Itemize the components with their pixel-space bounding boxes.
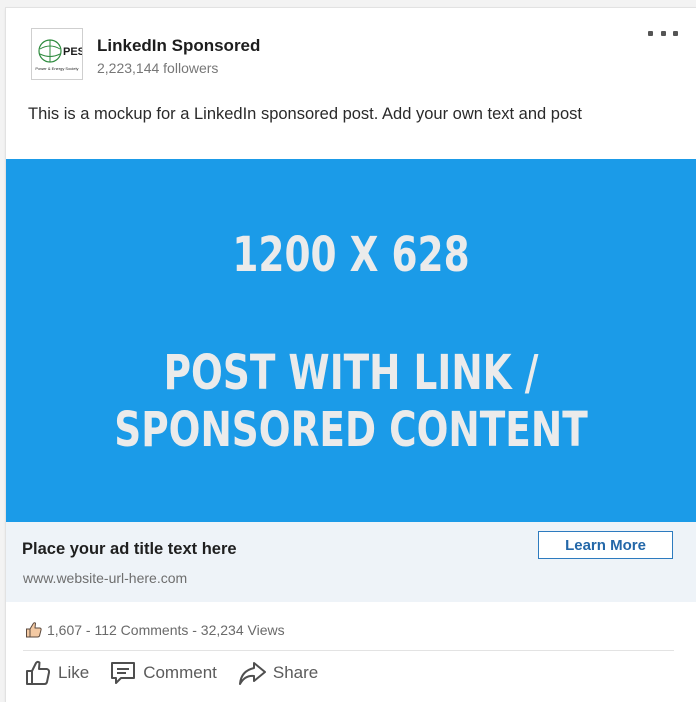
image-line-content-type: SPONSORED CONTENT xyxy=(114,402,588,458)
link-panel[interactable]: Place your ad title text here www.websit… xyxy=(6,522,696,602)
comment-label: Comment xyxy=(143,663,217,682)
post-header: PES Power & Energy Society LinkedIn Spon… xyxy=(6,8,696,90)
more-options-button[interactable] xyxy=(648,25,678,41)
dot-icon xyxy=(660,30,666,36)
share-arrow-icon xyxy=(238,662,266,685)
logo-text: PES xyxy=(63,46,82,58)
divider xyxy=(23,650,674,651)
thumbs-up-reaction-icon xyxy=(26,622,42,638)
ad-url[interactable]: www.website-url-here.com xyxy=(23,570,187,586)
company-logo[interactable]: PES Power & Energy Society xyxy=(31,28,83,80)
company-name[interactable]: LinkedIn Sponsored xyxy=(97,36,260,56)
comment-icon xyxy=(111,662,136,684)
learn-more-button[interactable]: Learn More xyxy=(538,531,673,559)
engagement-stats: 1,607 - 112 Comments - 32,234 Views xyxy=(25,621,285,639)
share-button[interactable]: Share xyxy=(237,659,318,687)
post-image[interactable]: 1200 X 628 POST WITH LINK / SPONSORED CO… xyxy=(6,159,696,522)
action-bar: Like Comment Share xyxy=(24,659,338,687)
thumbs-up-icon xyxy=(26,660,51,685)
ieee-pes-logo-icon: PES Power & Energy Society xyxy=(35,39,82,71)
dot-icon xyxy=(648,30,653,36)
post-text: This is a mockup for a LinkedIn sponsore… xyxy=(28,105,582,123)
ad-title[interactable]: Place your ad title text here xyxy=(22,540,237,559)
logo-subtext: Power & Energy Society xyxy=(35,66,78,71)
dot-icon xyxy=(673,30,678,36)
like-label: Like xyxy=(58,663,90,682)
stats-text: 1,607 - 112 Comments - 32,234 Views xyxy=(47,622,285,638)
comment-button[interactable]: Comment xyxy=(109,659,217,687)
share-label: Share xyxy=(272,663,319,682)
image-line-post-type: POST WITH LINK / xyxy=(163,345,539,401)
sponsored-post-card: PES Power & Energy Society LinkedIn Spon… xyxy=(6,8,696,702)
image-line-dimensions: 1200 X 628 xyxy=(232,227,470,283)
like-button[interactable]: Like xyxy=(24,659,89,687)
followers-count: 2,223,144 followers xyxy=(97,60,219,76)
